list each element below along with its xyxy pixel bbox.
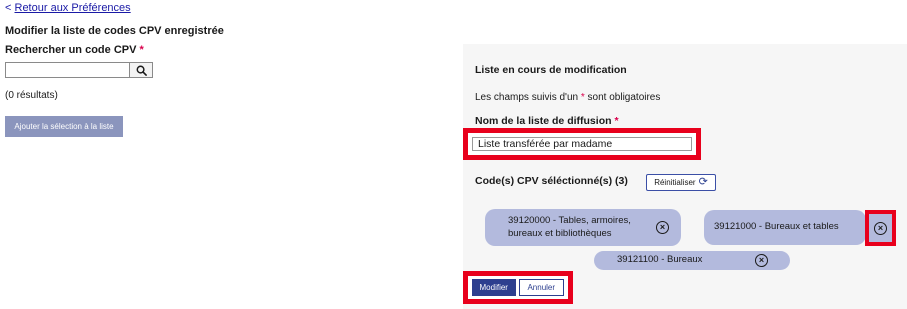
back-to-preferences-link[interactable]: < Retour aux Préférences: [5, 2, 131, 14]
close-circle-icon[interactable]: ×: [656, 221, 669, 234]
list-name-label: Nom de la liste de diffusion *: [475, 115, 619, 127]
remove-chip-highlight: ×: [865, 210, 896, 246]
reset-button[interactable]: Réinitialiser ⟳: [646, 174, 716, 191]
cpv-chip-line: 39120000 - Tables, armoires,: [508, 214, 631, 226]
cpv-chip-label: 39121000 - Bureaux et tables: [714, 221, 839, 233]
cpv-chip: 39121000 - Bureaux et tables: [704, 210, 866, 245]
search-cpv-label-text: Rechercher un code CPV: [5, 44, 137, 56]
back-link-label: Retour aux Préférences: [14, 2, 131, 14]
close-circle-icon[interactable]: ×: [874, 221, 887, 235]
list-name-input[interactable]: [472, 137, 692, 151]
list-name-label-text: Nom de la liste de diffusion: [475, 115, 612, 127]
required-note-asterisk: *: [580, 92, 585, 103]
cpv-chip: 39120000 - Tables, armoires, bureaux et …: [485, 209, 681, 246]
back-chevron: <: [5, 2, 12, 14]
close-circle-icon[interactable]: ×: [755, 254, 768, 267]
search-results-count: (0 résultats): [5, 90, 58, 101]
refresh-icon: ⟳: [698, 176, 708, 188]
search-row: [5, 62, 153, 78]
required-asterisk: *: [139, 44, 144, 56]
required-note-before: Les champs suivis d'un: [475, 92, 579, 103]
search-icon: [136, 65, 147, 76]
cpv-chip-line: bureaux et bibliothèques: [508, 227, 612, 239]
cpv-chip-label: 39120000 - Tables, armoires, bureaux et …: [508, 215, 631, 241]
required-fields-note: Les champs suivis d'un * sont obligatoir…: [475, 92, 660, 103]
reset-button-label: Réinitialiser: [654, 178, 696, 187]
cpv-chip-label: 39121100 - Bureaux: [617, 254, 703, 266]
actions-highlight: Modifier Annuler: [463, 271, 573, 304]
search-cpv-label: Rechercher un code CPV *: [5, 44, 144, 56]
modify-button[interactable]: Modifier: [472, 279, 516, 296]
cpv-chip: 39121100 - Bureaux ×: [594, 251, 790, 270]
list-name-highlight: [463, 128, 701, 160]
selected-codes-label: Code(s) CPV séléctionné(s) (3): [475, 175, 628, 187]
search-cpv-input[interactable]: [5, 62, 129, 78]
search-button[interactable]: [129, 62, 153, 78]
required-note-after: sont obligatoires: [587, 92, 661, 103]
panel-title: Liste en cours de modification: [475, 64, 627, 76]
page-title: Modifier la liste de codes CPV enregistr…: [5, 25, 224, 37]
cancel-button[interactable]: Annuler: [518, 279, 564, 296]
list-name-required-asterisk: *: [614, 115, 619, 127]
add-selection-button[interactable]: Ajouter la sélection à la liste: [5, 116, 123, 137]
